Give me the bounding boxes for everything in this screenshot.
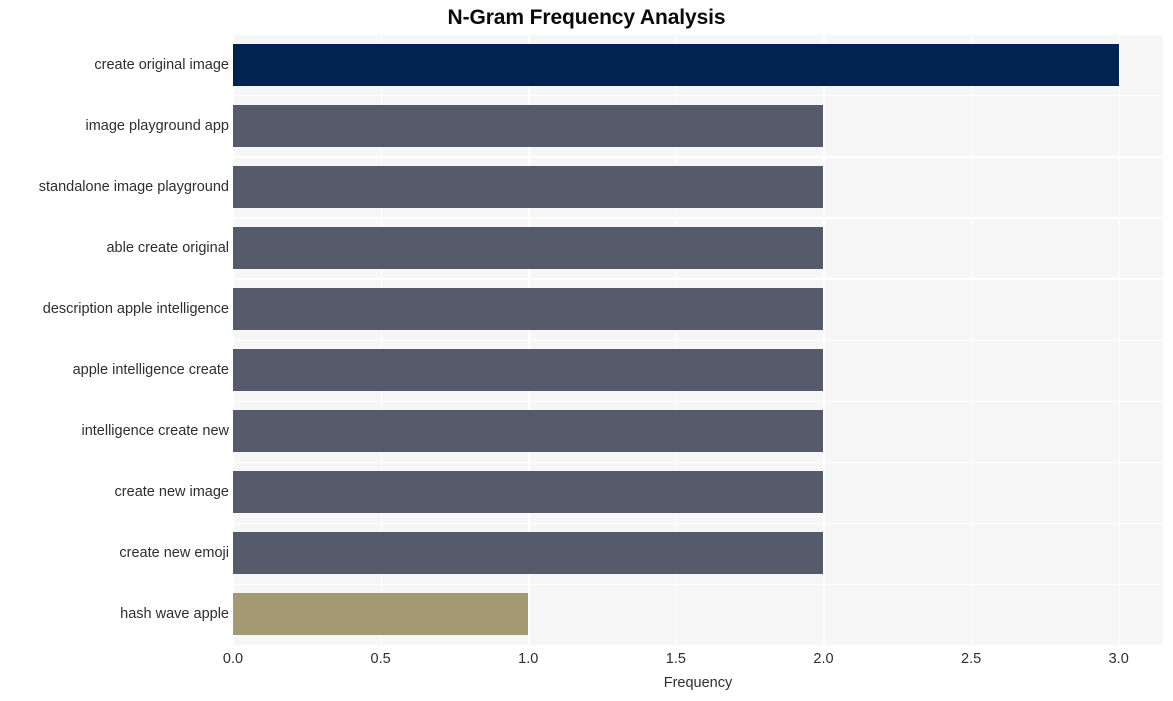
bar <box>233 287 824 330</box>
bar <box>233 593 529 636</box>
chart-title: N-Gram Frequency Analysis <box>447 6 726 29</box>
x-axis-tick-labels: 0.0 0.5 1.0 1.5 2.0 2.5 3.0 <box>0 651 1173 673</box>
y-axis-tick-label: create original image <box>94 56 229 73</box>
bar <box>233 226 824 269</box>
y-axis-tick-label: create new image <box>114 484 229 501</box>
bar <box>233 104 824 147</box>
x-axis-tick-label: 1.0 <box>518 651 539 667</box>
bar <box>233 532 824 575</box>
x-axis-tick-label: 3.0 <box>1108 651 1129 667</box>
x-axis-tick-label: 1.5 <box>665 651 686 667</box>
x-axis-tick-label: 2.0 <box>813 651 834 667</box>
x-axis-tick-label: 0.0 <box>222 651 244 667</box>
bar <box>233 471 824 514</box>
bar <box>233 43 1119 86</box>
y-axis-tick-labels: create original image image playground ap… <box>0 34 229 645</box>
y-axis-tick-label: standalone image playground <box>38 178 229 195</box>
bar <box>233 165 824 208</box>
plot-area <box>233 34 1163 647</box>
x-axis-title: Frequency <box>663 675 733 691</box>
y-axis-tick-label: create new emoji <box>119 545 229 562</box>
gridline-horizontal <box>233 645 1163 647</box>
y-axis-tick-label: image playground app <box>85 117 230 134</box>
y-axis-tick-label: intelligence create new <box>81 423 229 440</box>
y-axis-tick-label: able create original <box>106 239 229 256</box>
bar <box>233 410 824 453</box>
x-axis-tick-label: 2.5 <box>961 651 982 667</box>
ngram-frequency-bar-chart: N-Gram Frequency Analysis create origina… <box>0 0 1173 701</box>
x-axis-tick-label: 0.5 <box>370 651 391 667</box>
bar <box>233 349 824 392</box>
y-axis-tick-label: apple intelligence create <box>72 362 229 379</box>
y-axis-tick-label: hash wave apple <box>120 606 229 623</box>
bars-container <box>233 34 1163 645</box>
y-axis-tick-label: description apple intelligence <box>42 300 229 317</box>
